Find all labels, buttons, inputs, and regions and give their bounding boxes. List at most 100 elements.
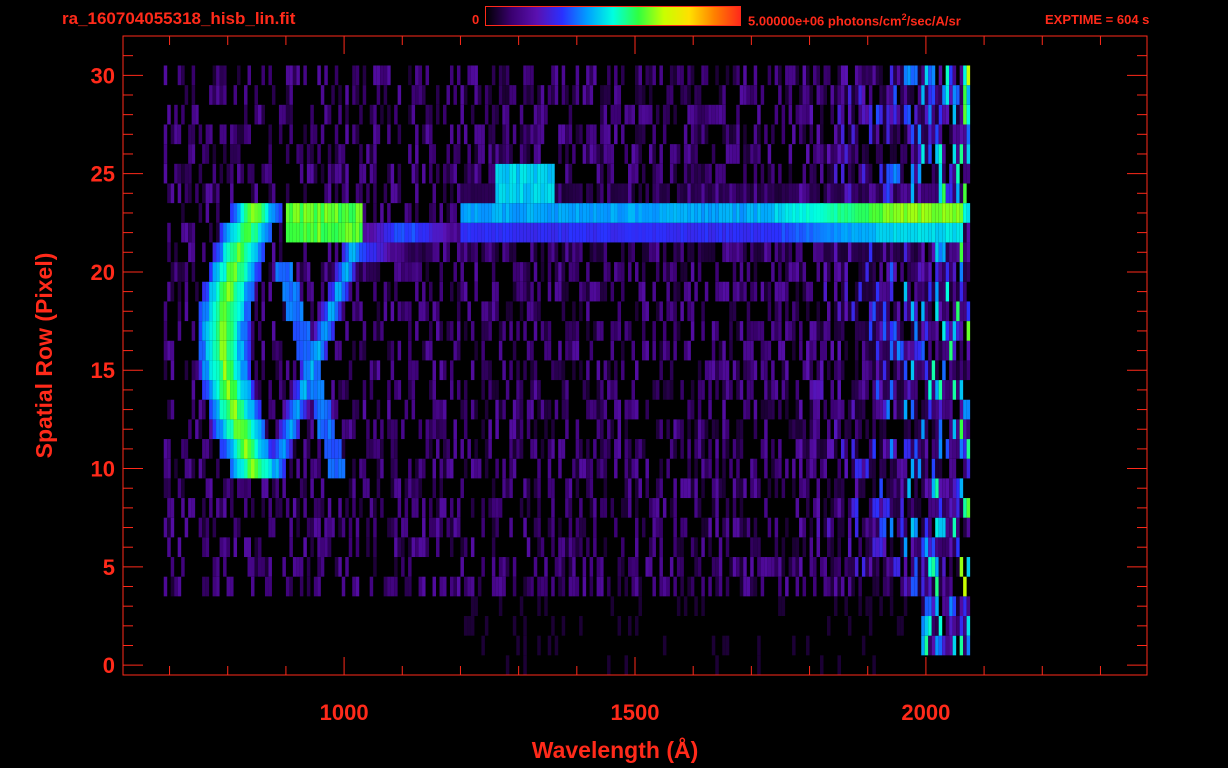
heatmap-cell: [893, 85, 897, 105]
heatmap-cell: [767, 281, 772, 302]
heatmap-cell: [847, 301, 852, 322]
heatmap-cell: [537, 596, 541, 617]
heatmap-cell: [893, 340, 897, 361]
heatmap-cell: [882, 380, 887, 400]
heatmap-cell: [840, 222, 845, 243]
heatmap-cell: [313, 321, 318, 341]
heatmap-cell: [725, 65, 730, 86]
heatmap-cell: [903, 537, 908, 558]
heatmap-cell: [586, 124, 590, 145]
heatmap-cell: [844, 144, 848, 164]
heatmap-cell: [362, 478, 367, 499]
heatmap-cell: [334, 439, 339, 459]
heatmap-cell: [244, 380, 248, 400]
heatmap-cell: [589, 124, 594, 145]
heatmap-cell: [823, 85, 827, 105]
heatmap-cell: [327, 281, 332, 302]
heatmap-cell: [673, 144, 677, 164]
heatmap-cell: [795, 65, 800, 86]
heatmap-cell: [750, 537, 754, 558]
heatmap-cell: [795, 557, 800, 577]
heatmap-cell: [708, 183, 712, 204]
heatmap-cell: [394, 419, 398, 440]
heatmap-cell: [254, 537, 258, 558]
heatmap-cell: [352, 85, 356, 105]
heatmap-cell: [795, 281, 800, 302]
heatmap-cell: [813, 498, 817, 518]
heatmap-cell: [722, 478, 726, 499]
heatmap-cell: [341, 458, 346, 479]
heatmap-cell: [652, 537, 656, 558]
heatmap-cell: [736, 183, 740, 204]
heatmap-cell: [806, 360, 810, 381]
heatmap-cell: [690, 65, 695, 86]
heatmap-cell: [844, 596, 848, 617]
heatmap-cell: [600, 557, 604, 577]
heatmap-cell: [257, 203, 262, 223]
heatmap-cell: [202, 439, 206, 459]
heatmap-cell: [833, 321, 838, 341]
heatmap-cell: [792, 557, 796, 577]
heatmap-cell: [896, 557, 901, 577]
heatmap-cell: [212, 65, 217, 86]
heatmap-cell: [320, 557, 325, 577]
heatmap-cell: [956, 281, 960, 302]
heatmap-cell: [247, 478, 251, 499]
heatmap-cell: [519, 124, 524, 145]
heatmap-cell: [781, 380, 786, 400]
heatmap-cell: [470, 242, 475, 263]
heatmap-cell: [833, 163, 838, 184]
heatmap-cell: [324, 262, 328, 282]
heatmap-cell: [463, 242, 468, 263]
heatmap-cell: [254, 557, 258, 577]
heatmap-cell: [415, 360, 419, 381]
heatmap-cell: [491, 65, 496, 86]
heatmap-cell: [687, 281, 691, 302]
heatmap-cell: [271, 340, 276, 361]
heatmap-cell: [854, 242, 859, 263]
heatmap-cell: [799, 104, 803, 125]
heatmap-cell: [690, 478, 695, 499]
heatmap-cell: [683, 596, 688, 617]
heatmap-cell: [764, 340, 768, 361]
heatmap-cell: [558, 222, 562, 243]
heatmap-cell: [785, 517, 789, 538]
heatmap-cell: [561, 281, 566, 302]
heatmap-cell: [484, 85, 489, 105]
heatmap-cell: [223, 399, 227, 420]
heatmap-cell: [928, 399, 932, 420]
heatmap-cell: [491, 104, 496, 125]
heatmap-cell: [512, 419, 517, 440]
heatmap-cell: [369, 144, 374, 164]
heatmap-cell: [875, 321, 880, 341]
heatmap-cell: [209, 222, 213, 243]
heatmap-cell: [820, 655, 824, 675]
heatmap-cell: [216, 321, 220, 341]
heatmap-cell: [230, 183, 234, 204]
heatmap-cells: [163, 65, 971, 675]
heatmap-cell: [701, 65, 705, 86]
heatmap-cell: [628, 183, 632, 204]
heatmap-cell: [254, 360, 258, 381]
heatmap-cell: [690, 163, 695, 184]
heatmap-cell: [537, 281, 541, 302]
heatmap-cell: [292, 222, 297, 243]
heatmap-cell: [872, 203, 876, 223]
heatmap-cell: [910, 144, 915, 164]
heatmap-cell: [463, 458, 468, 479]
heatmap-cell: [429, 144, 433, 164]
heatmap-cell: [655, 242, 660, 263]
heatmap-cell: [261, 419, 265, 440]
heatmap-cell: [579, 281, 583, 302]
heatmap-cell: [268, 65, 272, 86]
heatmap-cell: [858, 183, 862, 204]
heatmap-cell: [188, 163, 192, 184]
heatmap-cell: [889, 498, 894, 518]
heatmap-cell: [889, 517, 894, 538]
heatmap-cell: [167, 537, 171, 558]
heatmap-cell: [603, 144, 608, 164]
heatmap-cell: [872, 65, 876, 86]
heatmap-cell: [247, 262, 251, 282]
heatmap-cell: [683, 124, 688, 145]
heatmap-cell: [251, 458, 255, 479]
